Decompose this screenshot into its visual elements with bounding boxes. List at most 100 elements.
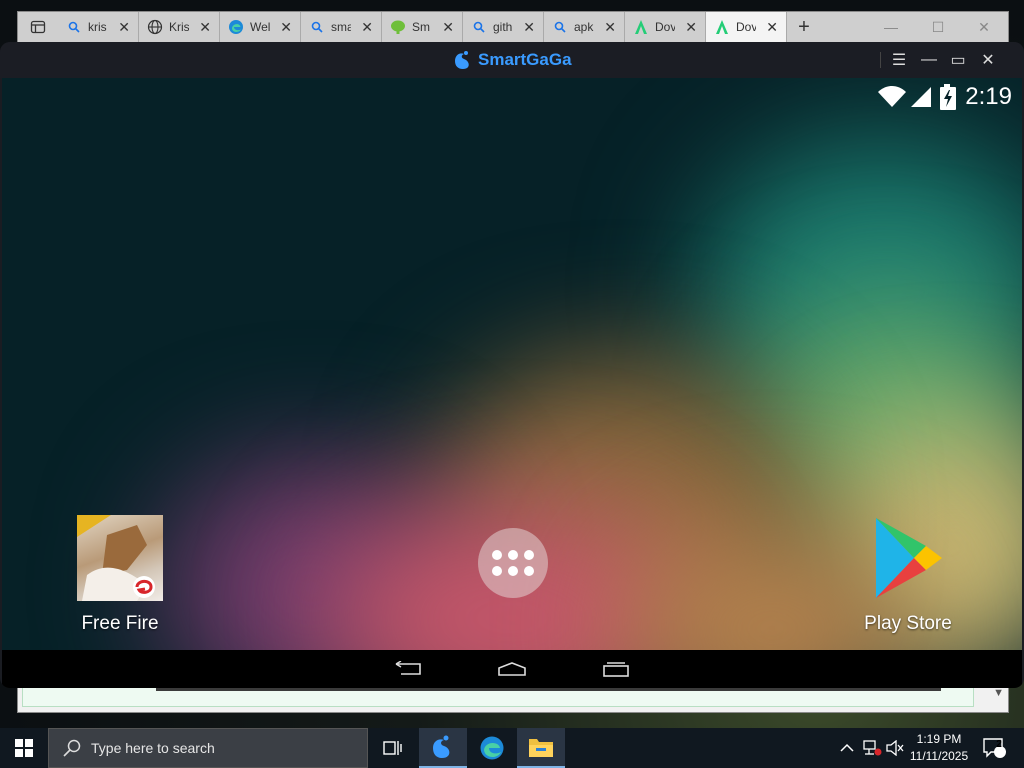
clock-date: 11/11/2025: [909, 749, 969, 763]
scroll-down-arrow-icon[interactable]: ▼: [993, 687, 1004, 699]
tab-label: kris: [88, 20, 107, 34]
tab-actions-button[interactable]: [18, 12, 58, 42]
tab-close-button[interactable]: ✕: [766, 19, 778, 36]
notification-count: 2: [996, 739, 1002, 750]
browser-minimize-button[interactable]: —: [868, 12, 914, 42]
app-drawer-button[interactable]: [478, 528, 548, 598]
android-nav-bar: [2, 650, 1022, 688]
apkpure-icon: [714, 19, 730, 35]
drawer-dot: [524, 566, 534, 576]
back-button[interactable]: [388, 656, 428, 682]
drawer-dot: [508, 566, 518, 576]
android-status-bar: 2:19: [877, 82, 1012, 112]
network-button[interactable]: [860, 728, 884, 768]
title-separator: [880, 52, 881, 68]
windows-taskbar: Type here to search 1:19 PM 11/11/2025 2: [0, 728, 1024, 768]
smartgaga-logo-icon: [455, 51, 469, 69]
play-store-icon: [876, 518, 942, 598]
emulator-brand: SmartGaGa: [452, 49, 572, 71]
tab-close-button[interactable]: ✕: [199, 19, 211, 36]
task-view-button[interactable]: [370, 728, 416, 768]
drawer-dot: [492, 566, 502, 576]
search-icon: [552, 19, 568, 35]
tab-label: apk: [574, 20, 594, 34]
file-explorer-icon: [529, 739, 553, 757]
tab-close-button[interactable]: ✕: [523, 19, 535, 36]
app-label: Play Store: [864, 613, 952, 634]
smartgaga-tab-icon: [390, 19, 406, 35]
tab-close-button[interactable]: ✕: [604, 19, 616, 36]
tab-label: Dov: [655, 20, 675, 34]
android-home-screen[interactable]: 2:19 Free Fire Play Store: [2, 78, 1022, 650]
tab-bar: kris ✕ Kris ✕ Wel ✕ sma ✕ Sm ✕ gith ✕: [18, 12, 1008, 42]
show-hidden-icons-button[interactable]: [836, 728, 858, 768]
emulator-title-bar[interactable]: SmartGaGa ☰ — ▭ ✕: [0, 42, 1024, 78]
drawer-dot: [492, 550, 502, 560]
taskbar-smartgaga-button[interactable]: [419, 728, 467, 768]
taskbar-file-explorer-button[interactable]: [517, 728, 565, 768]
edge-icon: [480, 736, 504, 760]
browser-tab[interactable]: kris ✕: [58, 12, 139, 42]
drawer-dot: [508, 550, 518, 560]
taskbar-edge-button[interactable]: [468, 728, 516, 768]
search-icon: [471, 19, 487, 35]
browser-page-content: ▼: [18, 685, 1008, 712]
new-tab-button[interactable]: +: [787, 16, 821, 39]
recents-icon: [603, 662, 629, 677]
tab-actions-icon: [30, 20, 46, 34]
tab-close-button[interactable]: ✕: [442, 19, 454, 36]
clock-time: 1:19 PM: [916, 732, 962, 746]
signal-icon: [911, 87, 932, 107]
tab-label: Wel: [250, 20, 270, 34]
search-icon: [66, 19, 82, 35]
taskbar-clock[interactable]: 1:19 PM 11/11/2025: [904, 731, 974, 765]
volume-button[interactable]: [884, 728, 906, 768]
search-icon: [309, 19, 325, 35]
emulator-close-button[interactable]: ✕: [975, 48, 1001, 72]
browser-tab[interactable]: Wel ✕: [220, 12, 301, 42]
search-placeholder: Type here to search: [91, 740, 215, 756]
edge-icon: [228, 19, 244, 35]
emulator-maximize-button[interactable]: ▭: [945, 48, 971, 72]
tab-close-button[interactable]: ✕: [118, 19, 130, 36]
start-button[interactable]: [0, 728, 48, 768]
app-free-fire[interactable]: Free Fire: [62, 515, 178, 635]
tab-close-button[interactable]: ✕: [361, 19, 373, 36]
browser-tab[interactable]: Kris ✕: [139, 12, 220, 42]
smartgaga-icon: [433, 735, 450, 758]
browser-tab[interactable]: Dov ✕: [625, 12, 706, 42]
emulator-minimize-button[interactable]: —: [916, 48, 942, 72]
battery-charging-icon: [940, 84, 957, 110]
action-center-button[interactable]: 2: [980, 728, 1010, 768]
smartgaga-emulator-window: SmartGaGa ☰ — ▭ ✕ 2:19 Free Fire Play St…: [0, 42, 1024, 688]
volume-muted-icon: [886, 740, 904, 756]
taskbar-search-box[interactable]: Type here to search: [48, 728, 368, 768]
browser-tab[interactable]: gith ✕: [463, 12, 544, 42]
tab-label: Sm: [412, 20, 430, 34]
browser-maximize-button[interactable]: ☐: [915, 12, 961, 42]
tab-close-button[interactable]: ✕: [685, 19, 697, 36]
browser-tab[interactable]: Sm ✕: [382, 12, 463, 42]
status-clock: 2:19: [965, 83, 1012, 110]
browser-tab[interactable]: sma ✕: [301, 12, 382, 42]
emulator-brand-name: SmartGaGa: [478, 50, 572, 69]
recents-button[interactable]: [596, 656, 636, 682]
windows-start-icon: [15, 739, 33, 757]
chevron-up-icon: [840, 743, 854, 752]
tab-label: Kris: [169, 20, 189, 34]
browser-tab[interactable]: apk ✕: [544, 12, 625, 42]
emulator-menu-button[interactable]: ☰: [886, 48, 912, 72]
tab-label: sma: [331, 20, 351, 34]
search-icon: [63, 739, 81, 757]
browser-close-button[interactable]: ✕: [961, 12, 1007, 42]
home-icon: [498, 662, 526, 676]
task-view-icon: [383, 741, 402, 755]
browser-tab-active[interactable]: Dov ✕: [706, 12, 787, 42]
home-button[interactable]: [492, 656, 532, 682]
app-label: Free Fire: [81, 613, 159, 634]
drawer-dot: [524, 550, 534, 560]
tab-close-button[interactable]: ✕: [280, 19, 292, 36]
wifi-icon: [878, 86, 907, 107]
network-icon: [863, 740, 882, 756]
app-play-store[interactable]: Play Store: [848, 515, 968, 635]
